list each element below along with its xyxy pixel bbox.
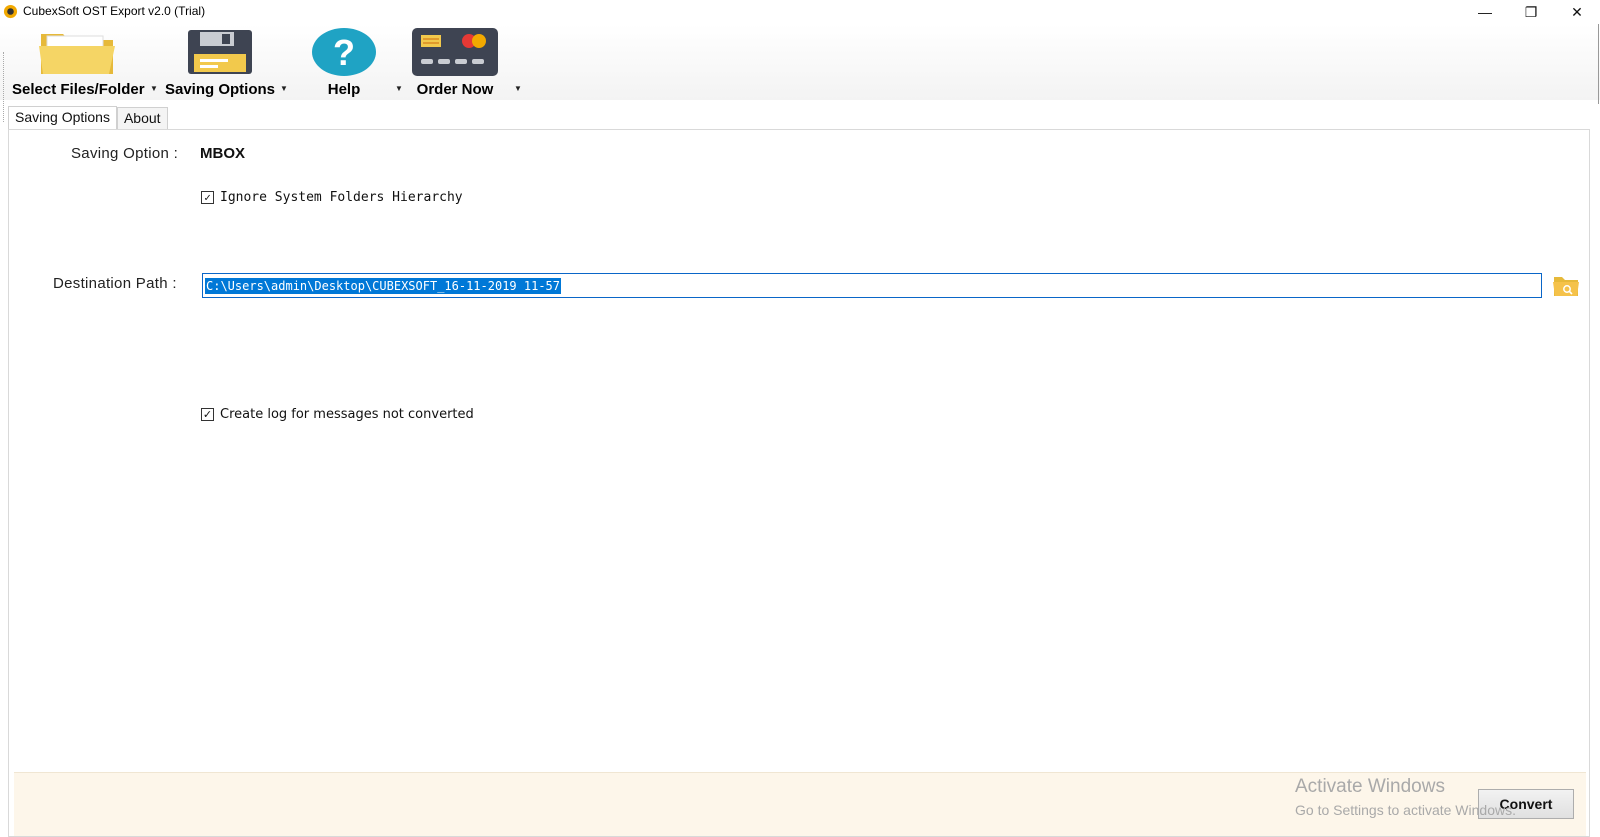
order-now-label: Order Now: [416, 81, 494, 98]
folder-icon: [32, 27, 122, 77]
floppy-disk-icon: [180, 27, 260, 77]
destination-path-input[interactable]: C:\Users\admin\Desktop\CUBEXSOFT_16-11-2…: [202, 273, 1542, 298]
order-now-dropdown-arrow[interactable]: ▼: [514, 84, 522, 93]
saving-options-button[interactable]: Saving Options: [162, 27, 278, 98]
ignore-hierarchy-label: Ignore System Folders Hierarchy: [220, 190, 463, 205]
minimize-button[interactable]: —: [1462, 0, 1508, 24]
toolbar-grip: [3, 52, 6, 122]
tab-saving-options[interactable]: Saving Options: [8, 106, 117, 129]
checkbox-check-icon[interactable]: ✓: [201, 191, 214, 204]
activate-windows-title: Activate Windows: [1295, 776, 1445, 797]
select-files-folder-label: Select Files/Folder: [12, 81, 145, 98]
saving-options-label: Saving Options: [164, 81, 275, 98]
app-logo-icon: [3, 4, 18, 19]
saving-option-label: Saving Option :: [71, 145, 179, 162]
close-button[interactable]: ✕: [1554, 0, 1600, 24]
activate-windows-subtitle: Go to Settings to activate Windows.: [1295, 802, 1516, 818]
credit-card-icon: [410, 27, 500, 77]
help-dropdown-arrow[interactable]: ▼: [395, 84, 403, 93]
browse-folder-button[interactable]: [1552, 272, 1580, 298]
window-edge: [1598, 24, 1599, 104]
svg-text:?: ?: [333, 32, 355, 73]
select-files-folder-button[interactable]: Select Files/Folder: [12, 27, 145, 98]
tab-about[interactable]: About: [116, 107, 168, 129]
tab-strip: Saving Options About: [8, 106, 168, 129]
destination-path-value: C:\Users\admin\Desktop\CUBEXSOFT_16-11-2…: [205, 278, 562, 294]
create-log-checkbox[interactable]: ✓ Create log for messages not converted: [201, 407, 474, 422]
order-now-button[interactable]: Order Now: [405, 27, 505, 98]
ignore-hierarchy-checkbox[interactable]: ✓ Ignore System Folders Hierarchy: [201, 190, 463, 205]
saving-option-value: MBOX: [200, 145, 245, 162]
saving-options-dropdown-arrow[interactable]: ▼: [280, 84, 288, 93]
select-files-dropdown-arrow[interactable]: ▼: [150, 84, 158, 93]
window-title: CubexSoft OST Export v2.0 (Trial): [23, 4, 206, 18]
restore-button[interactable]: ❐: [1508, 0, 1554, 24]
toolbar: Select Files/Folder ▼ Saving Options ▼ ?…: [0, 24, 1600, 122]
destination-path-label: Destination Path :: [53, 275, 177, 292]
help-icon: ?: [309, 27, 379, 77]
title-bar: CubexSoft OST Export v2.0 (Trial) — ❐ ✕: [0, 0, 1600, 24]
checkbox-check-icon[interactable]: ✓: [201, 408, 214, 421]
saving-options-panel: [8, 129, 1590, 837]
help-button[interactable]: ? Help: [296, 27, 392, 98]
browse-folder-icon: [1553, 277, 1579, 296]
help-label: Help: [327, 81, 361, 98]
create-log-label: Create log for messages not converted: [220, 407, 474, 422]
